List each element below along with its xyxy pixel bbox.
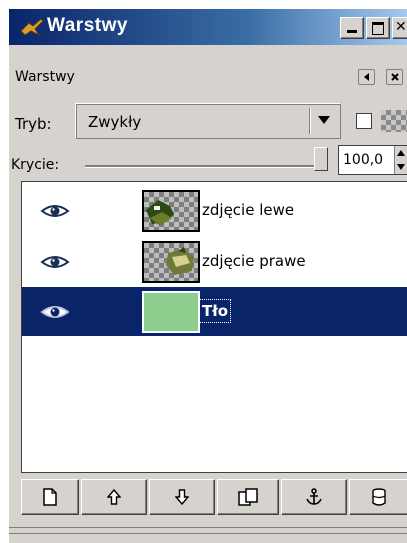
layer-row-selected[interactable]: Tło <box>22 287 407 336</box>
layer-name: zdjęcie prawe <box>202 252 306 270</box>
mode-dropdown[interactable]: Zwykły <box>75 103 341 139</box>
layer-row[interactable]: zdjęcie lewe <box>22 186 407 236</box>
photo-thumbnail-icon <box>166 247 194 275</box>
layer-thumbnail <box>142 241 200 283</box>
layer-thumbnail <box>142 190 200 232</box>
panel-title: Warstwy <box>15 69 75 85</box>
opacity-spinbox[interactable]: 100,0 <box>338 145 407 175</box>
window-title: Warstwy <box>47 15 128 36</box>
anchor-icon <box>306 488 322 505</box>
photo-thumbnail-icon <box>146 200 174 226</box>
new-layer-button[interactable] <box>21 479 79 515</box>
chevron-down-icon <box>318 116 330 124</box>
layer-name: zdjęcie lewe <box>202 201 295 219</box>
opacity-slider-handle[interactable] <box>314 147 328 171</box>
spin-up-icon[interactable] <box>397 150 405 156</box>
dropdown-divider <box>309 108 310 134</box>
resize-grip-line <box>9 533 407 534</box>
triangle-left-icon <box>363 73 369 81</box>
layers-list[interactable]: zdjęcie lewe zdjęcie prawe Tło <box>21 181 407 473</box>
gimp-wilber-icon <box>20 18 44 37</box>
spin-arrows[interactable] <box>394 146 407 174</box>
layer-name: Tło <box>198 299 232 323</box>
close-icon <box>390 73 399 81</box>
title-bar[interactable]: Warstwy <box>9 9 407 45</box>
mode-value: Zwykły <box>88 113 142 131</box>
minimize-button[interactable] <box>340 17 364 39</box>
anchor-layer-button[interactable] <box>281 479 347 515</box>
duplicate-layer-icon <box>238 488 258 506</box>
lower-layer-button[interactable] <box>149 479 215 515</box>
eye-icon[interactable] <box>40 203 70 219</box>
layers-window: Warstwy Warstwy Tryb: Zwykły Krycie: 100… <box>8 8 407 543</box>
transparency-checker-icon <box>381 110 407 132</box>
spin-down-icon[interactable] <box>397 164 405 170</box>
maximize-button[interactable] <box>366 17 390 39</box>
new-layer-icon <box>43 488 57 506</box>
trash-icon <box>372 488 386 506</box>
opacity-label: Krycie: <box>11 157 60 173</box>
layer-row[interactable]: zdjęcie prawe <box>22 237 407 287</box>
layer-thumbnail <box>142 291 200 333</box>
opacity-slider-track[interactable] <box>85 165 325 168</box>
duplicate-layer-button[interactable] <box>217 479 279 515</box>
keep-transparency-checkbox[interactable] <box>356 113 372 129</box>
delete-layer-button[interactable] <box>349 479 407 515</box>
opacity-value: 100,0 <box>343 152 384 168</box>
panel-close-button[interactable] <box>386 69 403 85</box>
eye-icon[interactable] <box>40 304 70 320</box>
resize-grip-line <box>9 527 407 528</box>
eye-icon[interactable] <box>40 254 70 270</box>
panel-menu-button[interactable] <box>358 69 375 85</box>
raise-layer-button[interactable] <box>81 479 147 515</box>
raise-layer-icon <box>107 489 121 505</box>
lower-layer-icon <box>175 489 189 505</box>
close-button[interactable] <box>392 17 407 39</box>
layers-toolbar <box>21 479 407 515</box>
mode-label: Tryb: <box>15 115 52 133</box>
